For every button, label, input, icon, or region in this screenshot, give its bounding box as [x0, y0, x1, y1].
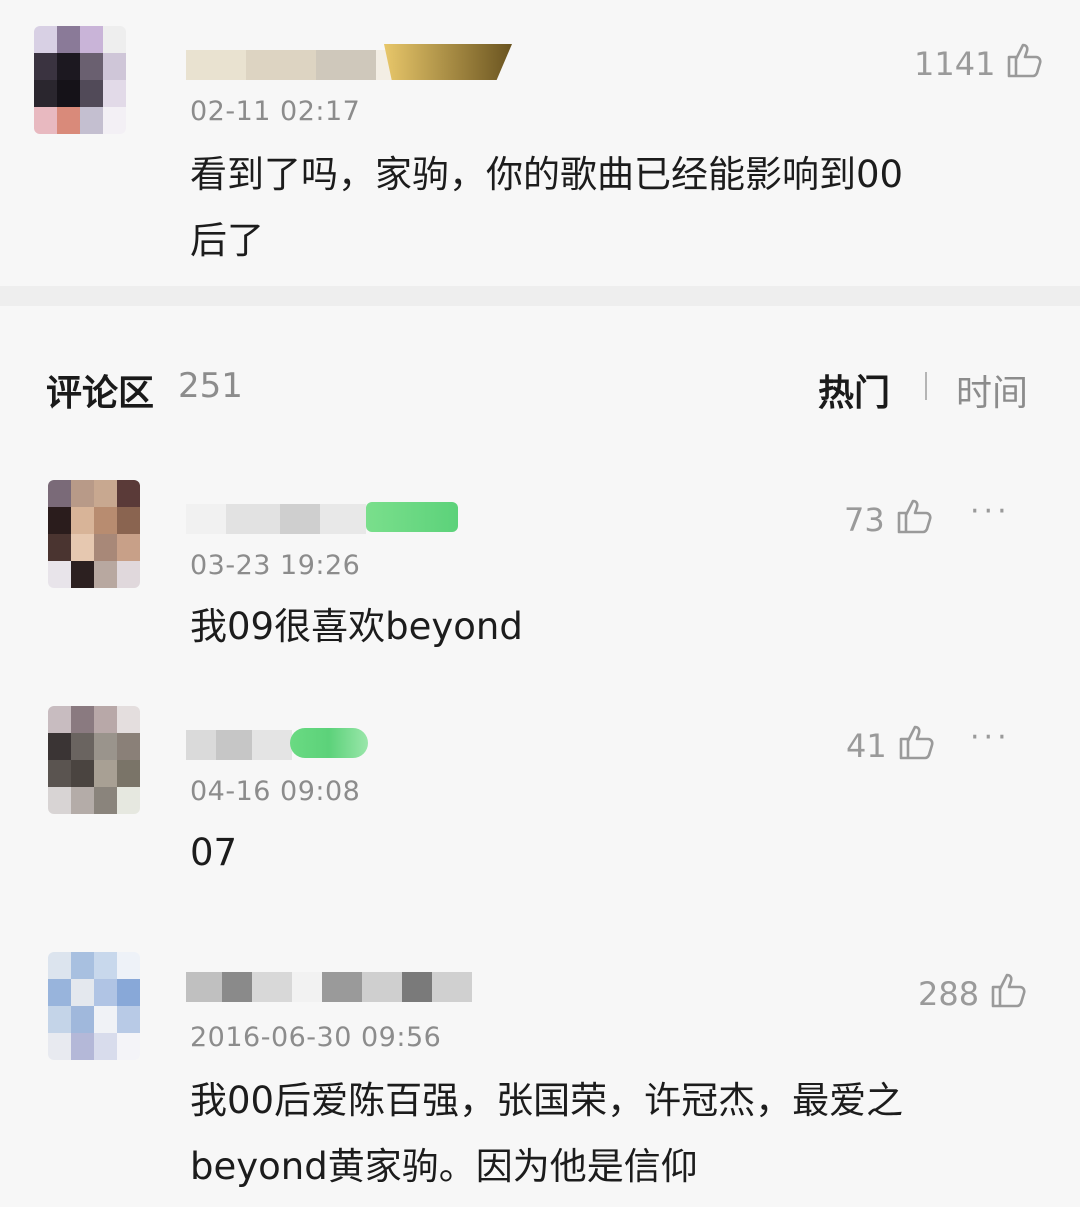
comment-time: 04-16 09:08 — [190, 776, 361, 807]
avatar[interactable] — [48, 480, 140, 588]
avatar[interactable] — [48, 952, 140, 1060]
avatar[interactable] — [34, 26, 126, 134]
comment-time: 03-23 19:26 — [190, 550, 361, 581]
thumbs-up-icon — [989, 970, 1029, 1018]
sort-separator — [925, 372, 927, 400]
thumbs-up-icon — [1005, 40, 1045, 88]
like-count: 1141 — [914, 45, 996, 83]
like-button[interactable]: 288 — [918, 970, 1029, 1018]
sort-hot-tab[interactable]: 热门 — [818, 364, 890, 416]
comment-section-title: 评论区 — [46, 373, 155, 414]
username-blurred[interactable] — [186, 48, 404, 82]
thumbs-up-icon — [895, 496, 935, 544]
comment-time: 02-11 02:17 — [190, 96, 361, 127]
comment-text-line: 看到了吗，家驹，你的歌曲已经能影响到00 — [190, 153, 904, 196]
like-count: 41 — [846, 727, 887, 765]
comment-text: 看到了吗，家驹，你的歌曲已经能影响到00 后了 — [190, 142, 903, 274]
more-icon[interactable]: ··· — [970, 720, 1011, 755]
comment-text-line: beyond黄家驹。因为他是信仰 — [190, 1145, 698, 1188]
thumbs-up-icon — [897, 722, 937, 770]
sort-time-tab[interactable]: 时间 — [956, 364, 1028, 416]
comment-time: 2016-06-30 09:56 — [190, 1022, 442, 1053]
section-divider — [0, 286, 1080, 306]
username-blurred[interactable] — [186, 502, 366, 536]
comment-count: 251 — [178, 366, 243, 406]
like-count: 288 — [918, 975, 980, 1013]
username-blurred[interactable] — [186, 970, 472, 1004]
username-blurred[interactable] — [186, 728, 292, 762]
vip-badge — [366, 502, 458, 532]
vip-badge — [290, 728, 368, 758]
like-count: 73 — [844, 501, 885, 539]
like-button[interactable]: 1141 — [914, 40, 1045, 88]
comment-text-line: 后了 — [190, 219, 264, 262]
more-icon[interactable]: ··· — [970, 494, 1011, 529]
avatar[interactable] — [48, 706, 140, 814]
comment-text: 我00后爱陈百强，张国荣，许冠杰，最爱之 beyond黄家驹。因为他是信仰 — [190, 1068, 903, 1200]
comment-text: 07 — [190, 831, 238, 874]
vip-badge — [384, 44, 512, 80]
comment-text-line: 我00后爱陈百强，张国荣，许冠杰，最爱之 — [190, 1079, 904, 1122]
comment-text: 我09很喜欢beyond — [190, 605, 523, 648]
like-button[interactable]: 41 — [846, 722, 937, 770]
like-button[interactable]: 73 — [844, 496, 935, 544]
